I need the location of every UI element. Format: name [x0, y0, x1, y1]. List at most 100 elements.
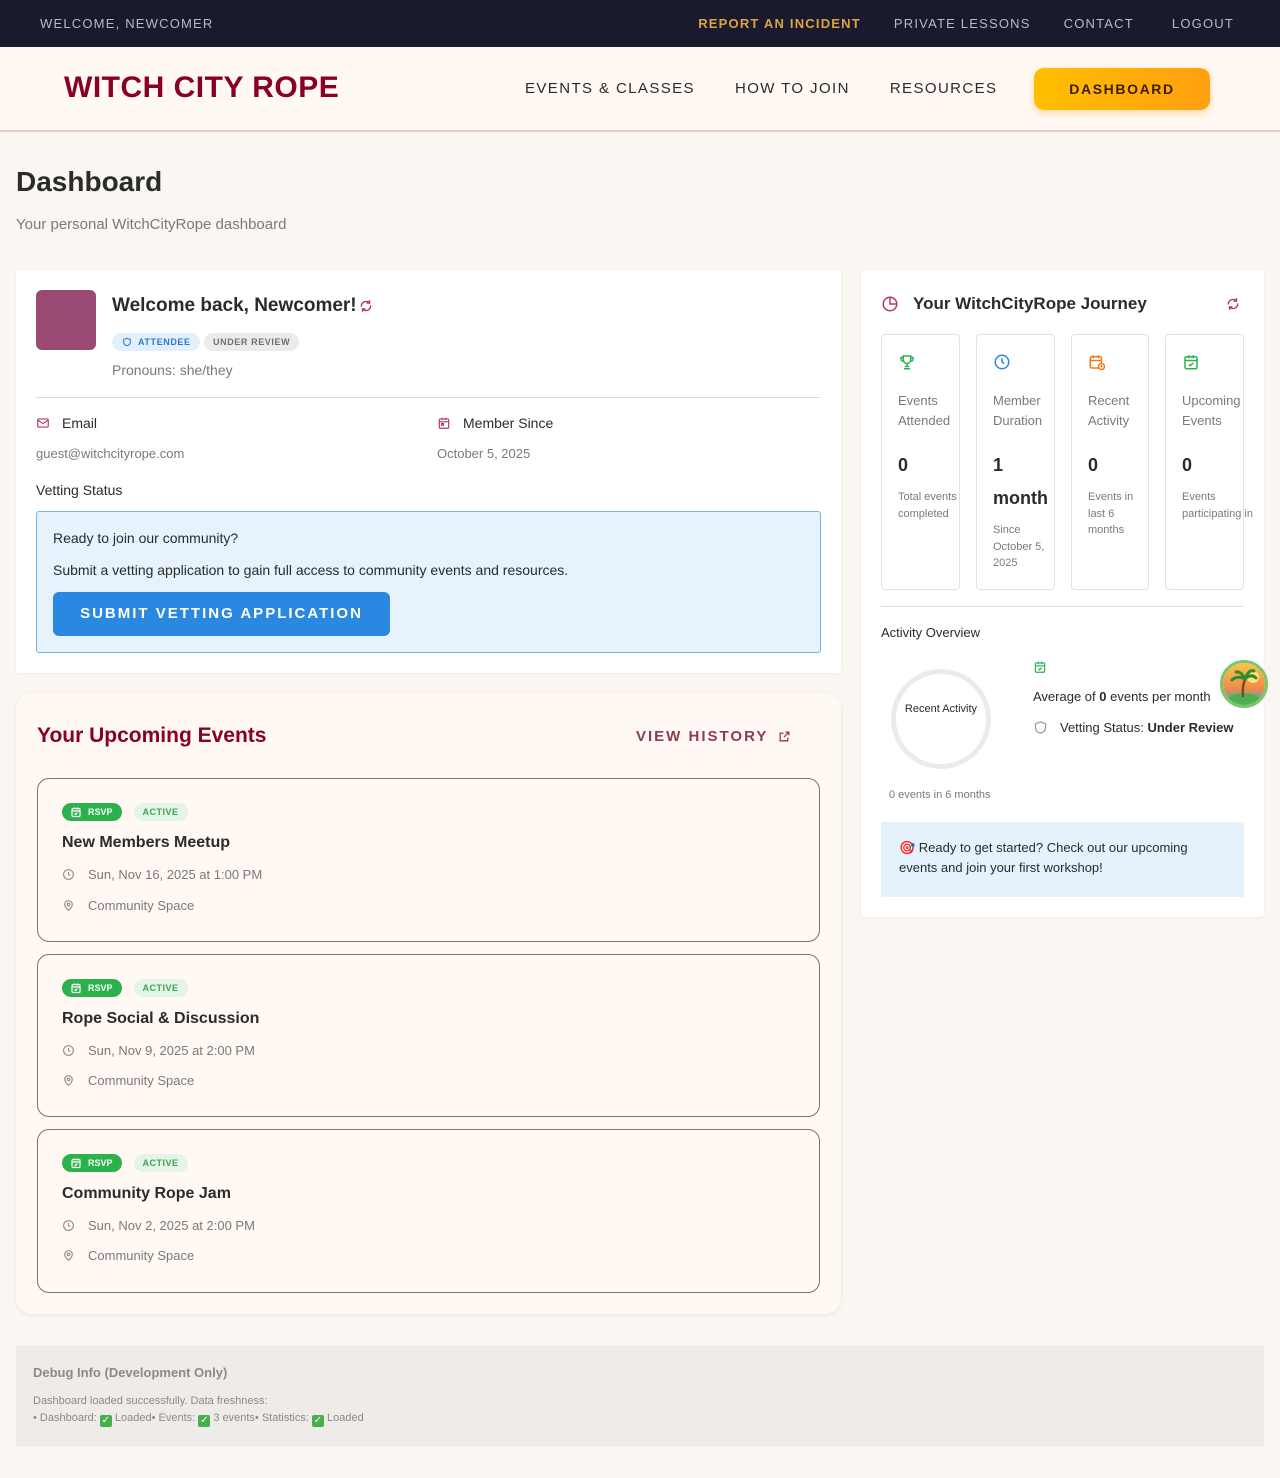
- vetting-status-line: Vetting Status: Under Review: [1033, 720, 1233, 735]
- event-location: Community Space: [62, 1248, 194, 1263]
- shield-icon: [1034, 721, 1047, 734]
- stat-value: 0: [898, 455, 909, 475]
- event-card[interactable]: RSVP ACTIVE New Members Meetup Sun, Nov …: [37, 778, 820, 942]
- stat-label: Events Attended: [898, 393, 951, 428]
- event-title: Rope Social & Discussion: [62, 1010, 260, 1027]
- vetting-description: Submit a vetting application to gain ful…: [53, 562, 569, 578]
- check-icon: ✓: [311, 1415, 324, 1427]
- stat-label: Recent Activity: [1088, 393, 1130, 428]
- debug-events-prefix: • Events:: [151, 1412, 199, 1424]
- event-location-text: Community Space: [88, 1073, 195, 1088]
- stat-label: Upcoming Events: [1182, 393, 1241, 428]
- clock-icon: [63, 1220, 74, 1231]
- contact-link[interactable]: CONTACT: [1064, 16, 1134, 31]
- pie-chart-icon: [882, 296, 898, 312]
- refresh-icon[interactable]: [1226, 297, 1240, 311]
- stat-upcoming-events: Upcoming Events 0 Events participating i…: [1165, 334, 1253, 590]
- event-card[interactable]: RSVP ACTIVE Community Rope Jam Sun, Nov …: [37, 1129, 820, 1293]
- debug-stats-status: Loaded: [327, 1412, 364, 1424]
- attendee-badge: ATTENDEE: [112, 333, 200, 351]
- clock-icon: [994, 354, 1010, 370]
- activity-ring-label: Recent Activity: [904, 703, 978, 715]
- event-datetime: Sun, Nov 9, 2025 at 2:00 PM: [62, 1043, 255, 1058]
- rsvp-label: RSVP: [88, 1158, 113, 1168]
- debug-events-status: 3 events: [213, 1412, 255, 1424]
- upcoming-events-section: Your Upcoming Events VIEW HISTORY RSVP A…: [16, 693, 841, 1314]
- calendar-check-icon: [71, 1158, 81, 1169]
- under-review-badge: UNDER REVIEW: [204, 333, 300, 351]
- location-pin-icon: [64, 1250, 73, 1262]
- event-datetime: Sun, Nov 2, 2025 at 2:00 PM: [62, 1218, 255, 1233]
- avatar: [36, 290, 96, 350]
- activity-overview-title: Activity Overview: [881, 625, 980, 640]
- utility-bar: WELCOME, NEWCOMER REPORT AN INCIDENT PRI…: [0, 0, 1280, 47]
- email-label: Email: [36, 415, 97, 431]
- avg-value: 0: [1099, 689, 1107, 704]
- dashboard-button[interactable]: DASHBOARD: [1034, 68, 1210, 110]
- brand-logo[interactable]: WITCH CITY ROPE: [64, 71, 339, 105]
- getting-started-tip: 🎯 Ready to get started? Check out our up…: [881, 822, 1244, 897]
- event-datetime-text: Sun, Nov 9, 2025 at 2:00 PM: [88, 1043, 255, 1058]
- pronouns: Pronouns: she/they: [112, 362, 233, 378]
- check-icon: ✓: [198, 1415, 211, 1427]
- stat-sub: Total events completed: [898, 491, 957, 520]
- vetting-value: Under Review: [1147, 720, 1234, 735]
- stat-label: Member Duration: [993, 393, 1043, 428]
- stat-recent-activity: Recent Activity 0 Events in last 6 month…: [1071, 334, 1149, 590]
- debug-stats-prefix: • Statistics:: [254, 1412, 312, 1424]
- email-value: guest@witchcityrope.com: [36, 446, 185, 461]
- report-incident-link[interactable]: REPORT AN INCIDENT: [698, 16, 861, 31]
- utility-links: REPORT AN INCIDENT PRIVATE LESSONS CONTA…: [698, 16, 1234, 31]
- logout-link[interactable]: LOGOUT: [1172, 16, 1234, 31]
- active-badge: ACTIVE: [133, 803, 188, 821]
- vetting-prefix: Vetting Status:: [1060, 720, 1148, 735]
- event-card[interactable]: RSVP ACTIVE Rope Social & Discussion Sun…: [37, 954, 820, 1117]
- average-events-line: Average of 0 events per month: [1033, 689, 1211, 704]
- stat-events-attended: Events Attended 0 Total events completed: [881, 334, 960, 590]
- shield-icon: [123, 337, 131, 347]
- member-since-label: Member Since: [437, 415, 553, 431]
- event-title: New Members Meetup: [62, 834, 231, 851]
- attendee-badge-label: ATTENDEE: [138, 337, 191, 347]
- journey-card: Your WitchCityRope Journey Events Attend…: [861, 270, 1264, 917]
- divider: [881, 606, 1244, 607]
- vetting-callout: Ready to join our community? Submit a ve…: [36, 511, 821, 653]
- debug-title: Debug Info (Development Only): [33, 1365, 228, 1380]
- calendar-check-icon: [1034, 661, 1046, 673]
- submit-vetting-button[interactable]: SUBMIT VETTING APPLICATION: [53, 592, 390, 636]
- debug-dashboard-status: Loaded: [114, 1412, 152, 1424]
- external-link-icon: [779, 731, 790, 742]
- nav-resources[interactable]: RESOURCES: [890, 80, 998, 97]
- private-lessons-link[interactable]: PRIVATE LESSONS: [894, 16, 1031, 31]
- nav-events-classes[interactable]: EVENTS & CLASSES: [525, 80, 695, 97]
- welcome-text: WELCOME, NEWCOMER: [40, 16, 214, 31]
- activity-ring-caption: 0 events in 6 months: [889, 789, 991, 801]
- event-datetime-text: Sun, Nov 16, 2025 at 1:00 PM: [88, 867, 263, 882]
- vetting-status-label: Vetting Status: [36, 482, 123, 498]
- rsvp-label: RSVP: [88, 983, 113, 993]
- page-subtitle: Your personal WitchCityRope dashboard: [16, 216, 287, 233]
- check-icon: ✓: [99, 1415, 112, 1427]
- palm-tree-icon[interactable]: [1220, 660, 1268, 708]
- avg-suffix: events per month: [1106, 689, 1211, 704]
- divider: [36, 397, 821, 398]
- member-since-value: October 5, 2025: [437, 446, 531, 461]
- email-label-text: Email: [62, 415, 98, 431]
- calendar-check-icon: [71, 807, 81, 818]
- refresh-icon[interactable]: [359, 299, 373, 313]
- rsvp-label: RSVP: [88, 807, 113, 817]
- stat-value: 0: [1088, 455, 1099, 475]
- debug-status-line: • Dashboard: ✓ Loaded• Events: ✓ 3 event…: [33, 1412, 364, 1427]
- nav-how-to-join[interactable]: HOW TO JOIN: [735, 80, 850, 97]
- profile-card: Welcome back, Newcomer! ATTENDEE UNDER R…: [16, 270, 841, 673]
- location-pin-icon: [64, 1075, 73, 1087]
- event-datetime-text: Sun, Nov 2, 2025 at 2:00 PM: [88, 1218, 255, 1233]
- stat-value: 0: [1182, 455, 1193, 475]
- main-header: WITCH CITY ROPE EVENTS & CLASSES HOW TO …: [0, 47, 1280, 132]
- member-since-label-text: Member Since: [463, 415, 554, 431]
- journey-title: Your WitchCityRope Journey: [913, 294, 1147, 313]
- debug-line: Dashboard loaded successfully. Data fres…: [33, 1395, 268, 1407]
- active-badge: ACTIVE: [133, 979, 188, 997]
- welcome-heading: Welcome back, Newcomer!: [112, 295, 357, 316]
- view-history-link[interactable]: VIEW HISTORY: [636, 728, 791, 745]
